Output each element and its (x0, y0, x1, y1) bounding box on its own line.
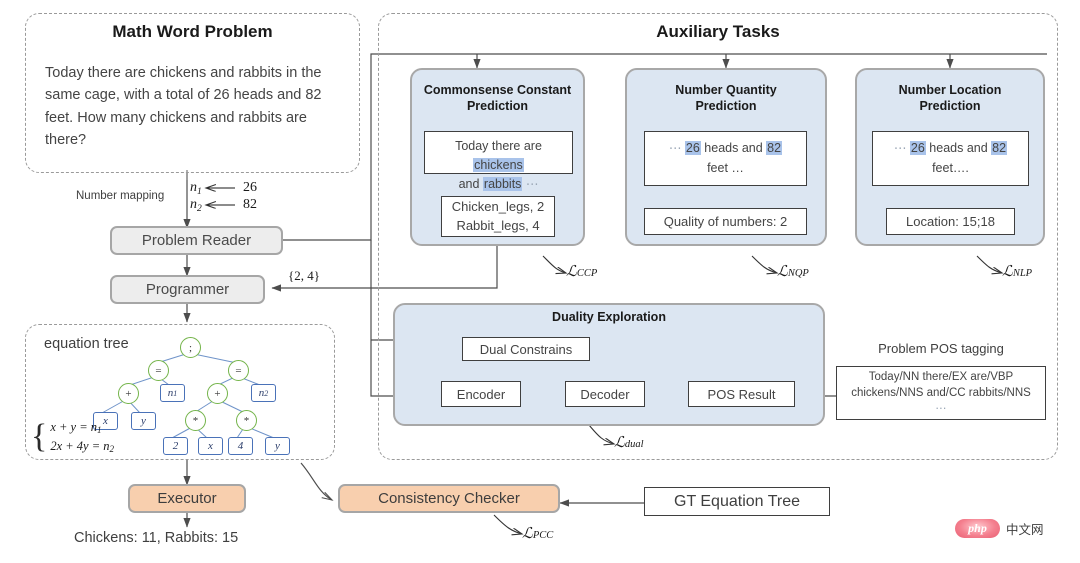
task-ccp-input-box: Today there are chickens and rabbits ⋯ (424, 131, 573, 191)
loss-ccp-label: ℒCCP (566, 264, 598, 280)
gt-equation-tree-box: GT Equation Tree (644, 487, 830, 516)
task-nlp-input-highlight-1: 26 (909, 141, 926, 155)
task-nqp-input-suffix: feet … (707, 161, 744, 175)
equation-line-2-lhs: 2x + 4y = (50, 439, 104, 454)
tree-node-c2: 2 (163, 437, 188, 455)
pos-tagging-line1: Today/NN there/EX are/VBP (868, 370, 1014, 383)
task-nlp-output-box: Location: 15;18 (886, 208, 1015, 235)
loss-nqp-label: ℒNQP (777, 264, 809, 280)
equation-system: { x + y = n1 2x + 4y = n2 (31, 418, 114, 456)
number-mapping-row-1-value: 26 (243, 180, 257, 195)
loss-nlp-label: ℒNLP (1002, 264, 1033, 280)
math-word-problem-title: Math Word Problem (112, 22, 273, 41)
tree-node-n2: n2 (251, 384, 276, 402)
task-ccp-input-highlight-1: chickens (473, 157, 524, 172)
decoder-box: Decoder (565, 381, 645, 407)
task-ccp-output-line2: Rabbit_legs, 4 (456, 217, 540, 233)
number-mapping-row-2-var: n2 (190, 197, 202, 214)
number-mapping-row-2-value: 82 (243, 197, 257, 212)
equation-brace: { (31, 417, 48, 455)
equation-tree-title: equation tree (44, 336, 129, 352)
programmer-box[interactable]: Programmer (110, 275, 265, 304)
task-ccp-input-mid: and (458, 176, 483, 191)
loss-dual-subscript: dual (624, 439, 644, 450)
equation-line-2: 2x + 4y = n2 (50, 439, 115, 455)
task-nqp-input-mid: heads and (700, 141, 767, 155)
tree-node-c4: 4 (228, 437, 253, 455)
task-nlp-input-highlight-2: 82 (991, 141, 1008, 155)
loss-dual-label: ℒdual (614, 435, 644, 451)
equation-line-1: x + y = n1 (50, 420, 102, 435)
task-ccp-input-prefix: Today there are (455, 139, 542, 153)
tree-node-plus1: + (118, 383, 139, 404)
task-ccp-title: Commonsense Constant Prediction (412, 83, 583, 114)
tree-node-mul2: * (236, 410, 257, 431)
equation-line-1-lhs: x + y = (50, 420, 91, 434)
encoder-box: Encoder (441, 381, 521, 407)
php-logo-icon: php (955, 519, 1000, 538)
dual-constrains-box: Dual Constrains (462, 337, 590, 361)
loss-pcc-subscript: PCC (532, 530, 554, 541)
watermark: php 中文网 (955, 519, 1044, 538)
task-ccp-output-box: Chicken_legs, 2 Rabbit_legs, 4 (441, 196, 555, 237)
task-nqp-input-box: ⋯ 26 heads and 82 feet … (644, 131, 807, 186)
equation-line-2-sub: 2 (109, 444, 115, 455)
task-nqp-title: Number Quantity Prediction (627, 83, 825, 114)
loss-nqp-subscript: NQP (787, 268, 809, 279)
loss-ccp-subscript: CCP (576, 268, 598, 279)
task-nqp-input-highlight-1: 26 (684, 141, 701, 155)
pos-result-box: POS Result (688, 381, 795, 407)
task-nqp-title-line2: Prediction (695, 98, 757, 113)
diagram-canvas: Math Word Problem Today there are chicke… (0, 0, 1080, 563)
n1-subscript: 1 (197, 187, 202, 197)
auxiliary-tasks-title: Auxiliary Tasks (656, 22, 780, 41)
pos-tagging-label: Problem POS tagging (878, 341, 1004, 356)
watermark-text: 中文网 (1006, 523, 1044, 537)
tree-node-eq2: = (228, 360, 249, 381)
loss-pcc-label: ℒPCC (522, 526, 554, 542)
task-nqp-input-highlight-2: 82 (766, 141, 783, 155)
executor-result-text: Chickens: 11, Rabbits: 15 (74, 530, 239, 546)
tree-node-eq1: = (148, 360, 169, 381)
problem-reader-box[interactable]: Problem Reader (110, 226, 283, 255)
task-ccp-title-line1: Commonsense Constant (423, 83, 572, 97)
n2-subscript: 2 (197, 204, 202, 214)
task-nqp-title-line1: Number Quantity (675, 83, 777, 97)
task-ccp-title-line2: Prediction (466, 98, 529, 113)
tree-node-y1: y (131, 412, 156, 430)
equation-line-1-sub: 1 (97, 425, 102, 435)
tree-node-n1: n1 (160, 384, 185, 402)
pos-tagging-line2: chickens/NNS and/CC rabbits/NNS (851, 386, 1031, 399)
task-nlp-input-prefix: ⋯ (893, 141, 910, 155)
tree-node-plus2: + (207, 383, 228, 404)
pos-tagging-line3: ⋯ (935, 403, 947, 416)
pos-tagging-box: Today/NN there/EX are/VBP chickens/NNS a… (836, 366, 1046, 420)
tree-node-mul1: * (185, 410, 206, 431)
task-ccp-output-line1: Chicken_legs, 2 (451, 198, 545, 214)
task-nlp-input-suffix: feet…. (932, 161, 969, 175)
task-nlp-title-line2: Prediction (919, 98, 981, 113)
constants-feedback-label: {2, 4} (288, 268, 320, 283)
consistency-checker-box[interactable]: Consistency Checker (338, 484, 560, 513)
task-nlp-input-box: ⋯ 26 heads and 82 feet…. (872, 131, 1029, 186)
task-nlp-title-line1: Number Location (898, 83, 1002, 97)
math-word-problem-text: Today there are chickens and rabbits in … (45, 65, 322, 149)
task-ccp-input-highlight-2: rabbits (482, 176, 523, 191)
task-nqp-input-prefix: ⋯ (668, 141, 685, 155)
task-nqp-output-box: Quality of numbers: 2 (644, 208, 807, 235)
tree-node-y2: y (265, 437, 290, 455)
task-nlp-input-mid: heads and (925, 141, 992, 155)
number-mapping-row-1-var: n1 (190, 180, 202, 197)
loss-nlp-subscript: NLP (1012, 268, 1033, 279)
task-ccp-input-suffix: ⋯ (522, 176, 539, 191)
duality-title: Duality Exploration (552, 310, 666, 324)
tree-node-x2: x (198, 437, 223, 455)
tree-node-root: ; (180, 337, 201, 358)
task-nlp-title: Number Location Prediction (857, 83, 1043, 114)
executor-box[interactable]: Executor (128, 484, 246, 513)
number-mapping-label: Number mapping (76, 190, 165, 202)
